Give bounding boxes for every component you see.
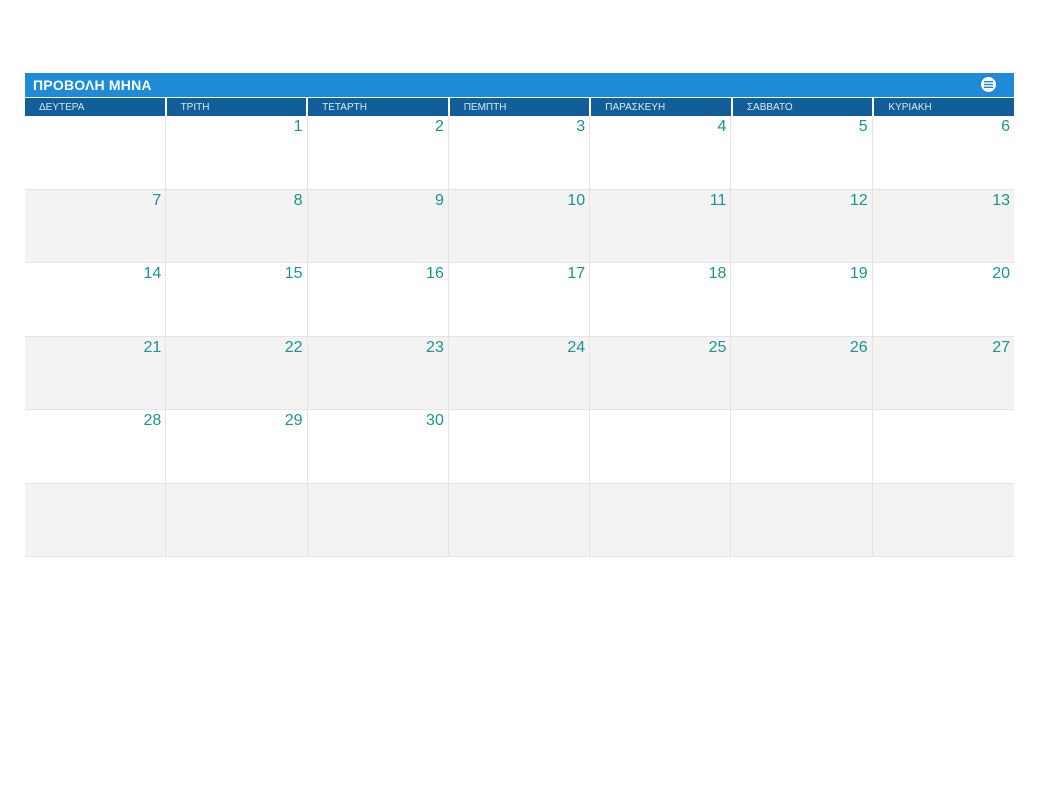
month-calendar: ΠΡΟΒΟΛΗ ΜΗΝΑ ΔΕΥΤΕΡΑ ΤΡΙΤΗ ΤΕΤΑΡΤΗ ΠΕΜΠΤ… [25, 73, 1014, 557]
day-cell[interactable]: 4 [590, 116, 732, 190]
weekday-monday: ΔΕΥΤΕΡΑ [25, 98, 165, 116]
day-cell[interactable]: 27 [872, 336, 1014, 410]
day-cell[interactable]: 17 [448, 263, 591, 337]
day-cell[interactable]: 30 [307, 410, 449, 484]
date-number: 13 [992, 191, 1010, 209]
date-number: 19 [849, 265, 868, 282]
weekday-sunday: ΚΥΡΙΑΚΗ [874, 98, 1014, 116]
day-cell[interactable]: 6 [872, 116, 1014, 190]
date-number: 26 [849, 338, 868, 356]
day-cell[interactable]: 1 [166, 116, 308, 190]
weekday-wednesday: ΤΕΤΑΡΤΗ [308, 98, 448, 116]
day-cell[interactable] [25, 483, 167, 557]
weekday-header-row: ΔΕΥΤΕΡΑ ΤΡΙΤΗ ΤΕΤΑΡΤΗ ΠΕΜΠΤΗ ΠΑΡΑΣΚΕΥΗ Σ… [25, 98, 1014, 116]
date-number: 3 [576, 118, 586, 135]
date-number: 7 [152, 191, 162, 209]
menu-button[interactable] [981, 77, 996, 92]
day-cell[interactable]: 28 [25, 410, 167, 484]
day-cell[interactable]: 24 [448, 336, 591, 410]
day-cell[interactable]: 5 [731, 116, 873, 190]
date-number: 22 [284, 338, 303, 356]
date-number: 15 [284, 265, 303, 282]
date-number: 24 [567, 338, 586, 356]
day-cell[interactable]: 26 [731, 336, 873, 410]
date-number: 14 [143, 265, 162, 282]
day-cell[interactable]: 19 [731, 263, 873, 337]
date-number: 5 [858, 118, 868, 135]
day-cell[interactable]: 11 [590, 189, 732, 263]
day-cell[interactable]: 3 [448, 116, 591, 190]
day-cell[interactable]: 21 [25, 336, 167, 410]
day-cell[interactable] [307, 483, 449, 557]
weekday-tuesday: ΤΡΙΤΗ [166, 98, 307, 116]
day-cell[interactable]: 16 [307, 263, 449, 337]
day-cell[interactable]: 29 [166, 410, 308, 484]
date-number: 2 [434, 118, 444, 135]
day-cell[interactable]: 13 [872, 189, 1014, 263]
date-number: 6 [1001, 118, 1010, 135]
date-number: 4 [717, 118, 727, 135]
date-number: 9 [434, 191, 444, 209]
day-cell[interactable]: 10 [448, 189, 591, 263]
menu-icon [984, 81, 993, 88]
calendar-title-bar: ΠΡΟΒΟΛΗ ΜΗΝΑ [25, 73, 1014, 97]
day-cell[interactable]: 23 [307, 336, 449, 410]
weekday-thursday: ΠΕΜΠΤΗ [449, 98, 590, 116]
day-cell[interactable]: 18 [590, 263, 732, 337]
date-number: 10 [567, 191, 586, 209]
day-cell[interactable] [166, 483, 308, 557]
day-cell[interactable] [731, 483, 873, 557]
day-cell[interactable] [872, 483, 1014, 557]
day-cell[interactable] [25, 116, 167, 190]
day-cell[interactable] [731, 410, 873, 484]
day-cell[interactable] [872, 410, 1014, 484]
date-number: 18 [708, 265, 727, 282]
weekday-friday: ΠΑΡΑΣΚΕΥΗ [591, 98, 731, 116]
date-number: 11 [709, 191, 727, 209]
day-cell[interactable]: 12 [731, 189, 873, 263]
day-cell[interactable]: 7 [25, 189, 167, 263]
day-cell[interactable]: 8 [166, 189, 308, 263]
date-number: 23 [426, 338, 444, 356]
date-number: 1 [293, 118, 303, 135]
date-number: 25 [708, 338, 727, 356]
day-cell[interactable]: 25 [590, 336, 732, 410]
day-cell[interactable]: 9 [307, 189, 449, 263]
date-number: 20 [992, 265, 1010, 282]
day-cell[interactable] [590, 410, 732, 484]
day-cell[interactable] [590, 483, 732, 557]
day-cell[interactable]: 15 [166, 263, 308, 337]
day-cell[interactable] [448, 410, 591, 484]
date-number: 27 [992, 338, 1010, 356]
date-number: 21 [143, 338, 162, 356]
date-number: 30 [426, 412, 444, 429]
date-number: 8 [293, 191, 303, 209]
date-number: 17 [567, 265, 586, 282]
day-cell[interactable]: 2 [307, 116, 449, 190]
date-number: 28 [143, 412, 162, 429]
day-cell[interactable] [448, 483, 591, 557]
day-cell[interactable]: 14 [25, 263, 167, 337]
calendar-title: ΠΡΟΒΟΛΗ ΜΗΝΑ [33, 77, 152, 93]
date-number: 12 [849, 191, 868, 209]
calendar-grid: 1 2 3 4 5 6 7 8 9 10 11 12 13 14 15 16 1… [25, 116, 1014, 557]
day-cell[interactable]: 20 [872, 263, 1014, 337]
weekday-saturday: ΣΑΒΒΑΤΟ [732, 98, 873, 116]
day-cell[interactable]: 22 [166, 336, 308, 410]
date-number: 29 [284, 412, 303, 429]
date-number: 16 [426, 265, 444, 282]
